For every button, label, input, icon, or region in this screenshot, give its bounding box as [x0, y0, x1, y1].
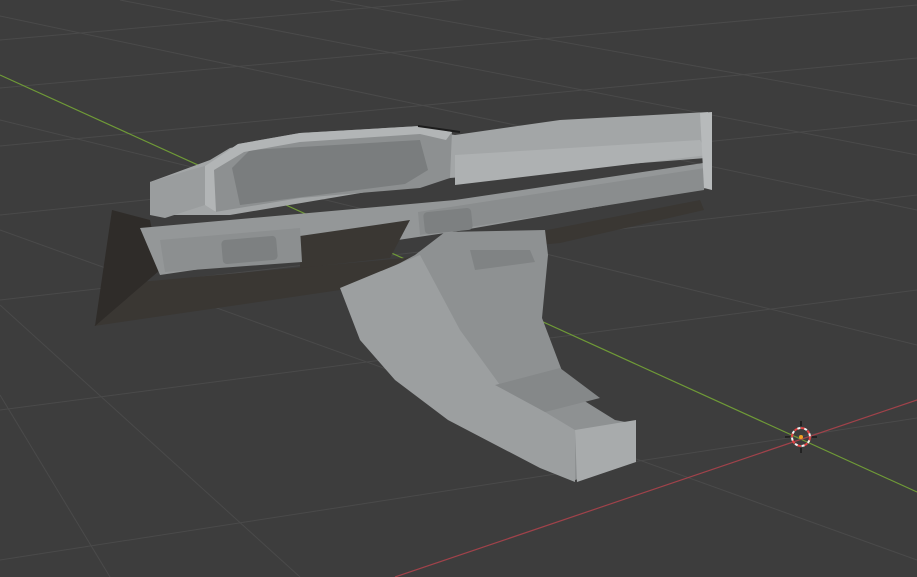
mesh-object[interactable] — [94, 112, 712, 482]
origin-dot — [799, 435, 803, 439]
3d-cursor-icon[interactable] — [785, 421, 817, 453]
mesh-pedestal-face — [575, 420, 636, 482]
mesh-vent-left — [221, 235, 278, 264]
3d-viewport[interactable] — [0, 0, 917, 577]
viewport-canvas[interactable] — [0, 0, 917, 577]
